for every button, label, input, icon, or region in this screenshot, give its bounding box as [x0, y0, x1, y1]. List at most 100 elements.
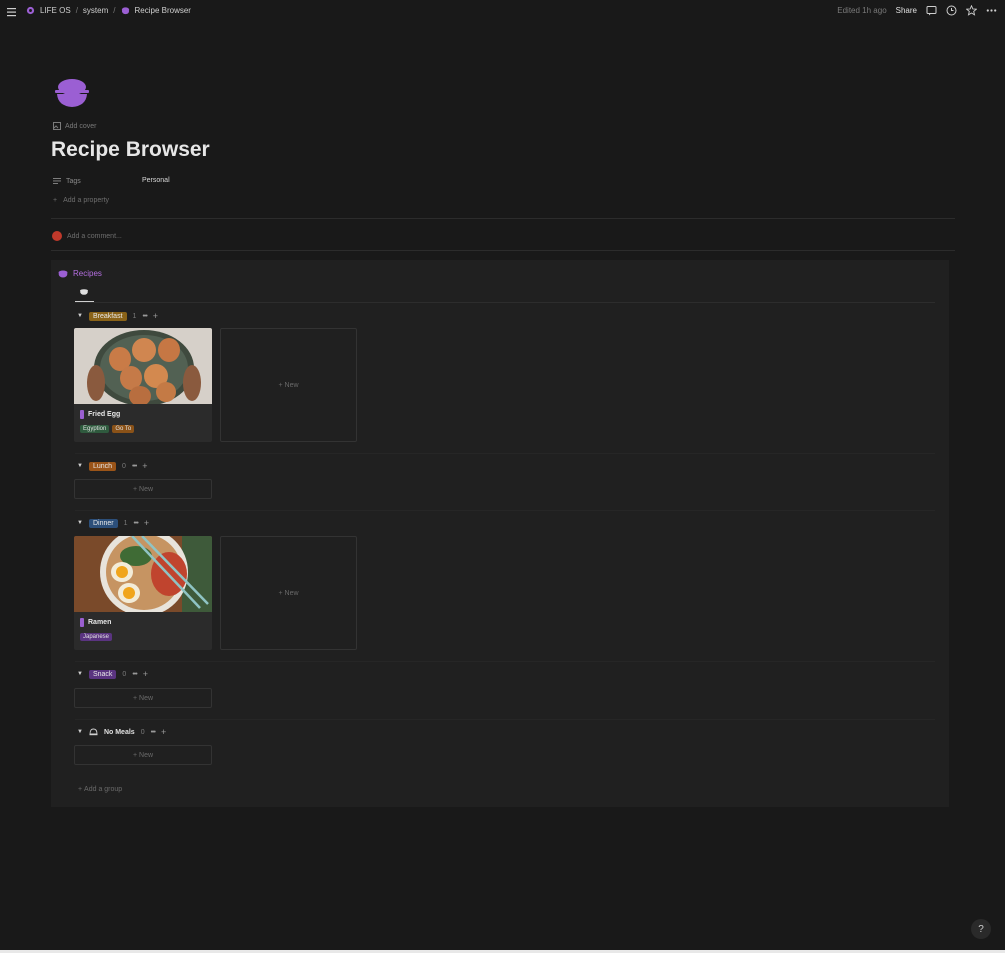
group-snack: ▼ Snack 0 ••• + — [77, 668, 148, 680]
help-button[interactable]: ? — [971, 919, 991, 939]
group-label-dinner: Dinner — [88, 518, 118, 528]
divider — [51, 218, 955, 219]
group-breakfast: ▼ Breakfast 1 ••• + — [77, 310, 158, 322]
breadcrumb: LIFE OS / system / Recipe Browser — [26, 6, 191, 15]
group-label-snack: Snack — [88, 669, 117, 679]
divider — [51, 250, 955, 251]
tag: Go To — [112, 425, 135, 433]
new-card-button[interactable]: + New — [74, 688, 212, 708]
tag: Japanese — [80, 633, 113, 641]
menu-icon[interactable] — [6, 6, 18, 18]
add-group-button[interactable]: + Add a group — [78, 786, 122, 793]
breadcrumb-recipe-browser[interactable]: Recipe Browser — [135, 6, 191, 15]
caret-down-icon[interactable]: ▼ — [77, 463, 83, 469]
plus-icon[interactable]: + — [161, 727, 166, 737]
tray-icon — [89, 728, 98, 736]
recipe-name: Ramen — [80, 618, 111, 627]
add-property-button[interactable]: + Add a property — [53, 197, 109, 204]
group-count: 0 — [122, 462, 126, 470]
property-value[interactable]: Personal — [142, 177, 170, 184]
new-label: New — [284, 589, 299, 597]
new-card-button[interactable]: + New — [74, 745, 212, 765]
divider — [75, 661, 935, 662]
plus-icon[interactable]: + — [144, 518, 149, 528]
breadcrumb-life-os[interactable]: LIFE OS — [40, 6, 71, 15]
topbar-actions: Edited 1h ago Share — [837, 5, 997, 16]
property-tags[interactable]: Tags — [53, 177, 81, 185]
topbar: LIFE OS / system / Recipe Browser Edited… — [0, 0, 1005, 24]
page-icon — [80, 410, 84, 419]
group-no-meals: ▼ No Meals 0 ••• + — [77, 726, 166, 738]
recipe-title: Ramen — [88, 619, 112, 626]
more-options-icon[interactable]: ••• — [132, 463, 137, 470]
group-lunch: ▼ Lunch 0 ••• + — [77, 460, 148, 472]
group-label-breakfast: Breakfast — [88, 311, 127, 321]
comment-placeholder: Add a comment... — [67, 232, 122, 240]
plus-icon[interactable]: + — [143, 669, 148, 679]
breadcrumb-system[interactable]: system — [83, 6, 108, 15]
recipe-tags: Japanese — [80, 633, 113, 641]
divider — [75, 719, 935, 720]
add-cover-button[interactable]: Add cover — [53, 122, 97, 130]
edited-timestamp: Edited 1h ago — [837, 6, 887, 15]
view-tab-board[interactable] — [75, 288, 94, 302]
group-count: 0 — [122, 670, 127, 678]
list-icon — [53, 178, 61, 184]
recipes-database: Recipes ▼ Breakfast 1 ••• + Fried Egg Eg… — [51, 260, 949, 807]
recipe-card-fried-egg[interactable]: Fried Egg Egyption Go To — [74, 328, 212, 442]
plus-icon: + — [53, 197, 58, 204]
new-label: New — [139, 694, 154, 702]
clock-icon[interactable] — [946, 5, 957, 16]
caret-down-icon[interactable]: ▼ — [77, 313, 83, 319]
new-card-button[interactable]: + New — [220, 328, 357, 442]
recipe-cover-image — [74, 536, 212, 616]
recipe-name: Fried Egg — [80, 410, 120, 419]
plus-icon[interactable]: + — [142, 461, 147, 471]
bowl-icon — [58, 270, 68, 277]
database-title[interactable]: Recipes — [58, 269, 102, 278]
avatar — [52, 231, 62, 241]
add-cover-label: Add cover — [65, 122, 97, 130]
caret-down-icon[interactable]: ▼ — [77, 729, 83, 735]
group-label-no-meals: No Meals — [103, 728, 135, 736]
new-label: New — [139, 485, 154, 493]
more-options-icon[interactable]: ••• — [133, 520, 138, 527]
caret-down-icon[interactable]: ▼ — [77, 520, 83, 526]
breadcrumb-separator: / — [113, 6, 116, 15]
life-os-icon — [26, 6, 35, 15]
divider — [75, 510, 935, 511]
group-label-lunch: Lunch — [88, 461, 117, 471]
page-title[interactable]: Recipe Browser — [51, 138, 210, 162]
recipe-title: Fried Egg — [88, 411, 121, 418]
star-icon[interactable] — [966, 5, 977, 16]
more-options-icon[interactable] — [986, 5, 997, 16]
more-options-icon[interactable]: ••• — [142, 313, 147, 320]
group-count: 1 — [123, 519, 128, 527]
group-count: 0 — [140, 728, 145, 736]
breadcrumb-separator: / — [75, 6, 78, 15]
share-button[interactable]: Share — [896, 6, 917, 15]
new-card-button[interactable]: + New — [220, 536, 357, 650]
more-options-icon[interactable]: ••• — [132, 671, 137, 678]
bowl-icon — [121, 7, 129, 15]
divider — [75, 453, 935, 454]
recipe-cover-image — [74, 328, 212, 406]
more-options-icon[interactable]: ••• — [151, 729, 156, 736]
image-icon — [53, 122, 61, 130]
bowl-icon[interactable] — [54, 78, 90, 110]
caret-down-icon[interactable]: ▼ — [77, 671, 83, 677]
divider — [75, 302, 935, 303]
new-label: New — [284, 381, 299, 389]
comment-icon[interactable] — [926, 5, 937, 16]
database-title-label: Recipes — [73, 269, 102, 278]
plus-icon[interactable]: + — [153, 311, 158, 321]
page-icon — [80, 618, 84, 627]
bowl-icon — [80, 289, 88, 295]
new-label: New — [139, 751, 154, 759]
property-label: Tags — [66, 177, 81, 185]
comment-input[interactable]: Add a comment... — [52, 231, 122, 241]
recipe-card-ramen[interactable]: Ramen Japanese — [74, 536, 212, 650]
add-group-label: Add a group — [84, 786, 123, 793]
new-card-button[interactable]: + New — [74, 479, 212, 499]
group-count: 1 — [132, 312, 137, 320]
